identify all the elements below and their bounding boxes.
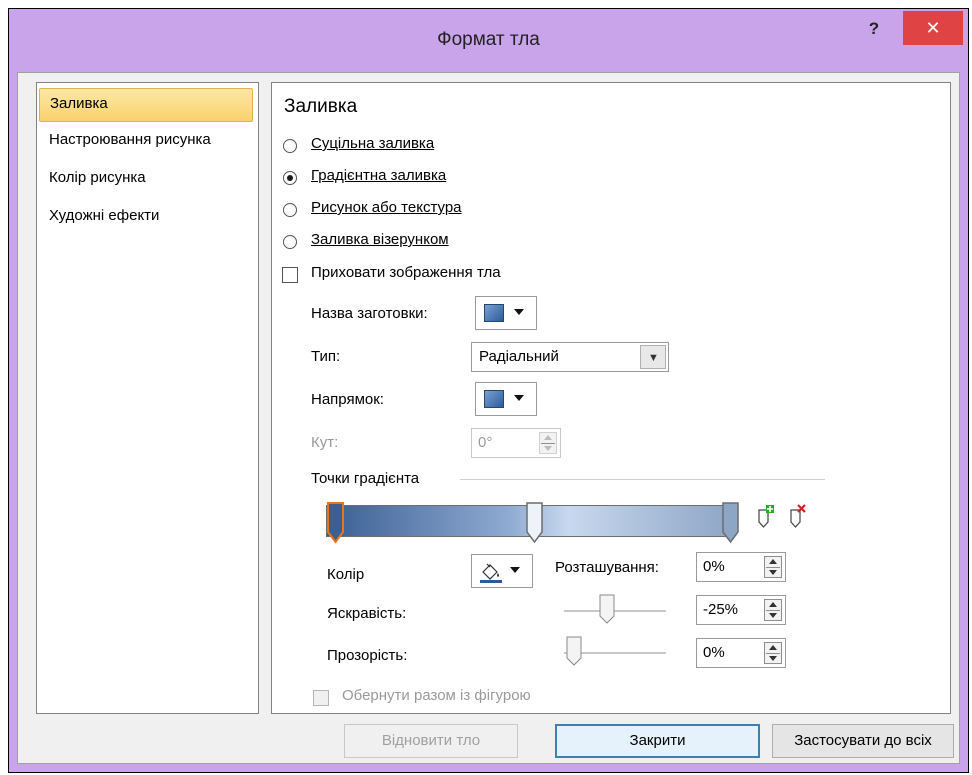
position-spin-arrows[interactable]: [764, 556, 782, 578]
solid-fill-radio[interactable]: [283, 139, 297, 153]
category-artistic-effects[interactable]: Художні ефекти: [39, 201, 159, 235]
chevron-down-icon: [510, 567, 520, 573]
brightness-spin-arrows[interactable]: [764, 599, 782, 621]
chevron-down-icon: ▼: [648, 352, 659, 364]
position-spinner[interactable]: 0%: [696, 552, 786, 582]
pattern-fill-radio[interactable]: [283, 235, 297, 249]
color-picker-dropdown[interactable]: [471, 554, 533, 588]
dialog-window: Формат тла ? ✕ Заливка Настроювання рису…: [8, 8, 969, 773]
type-value: Радіальний: [479, 348, 559, 365]
angle-spinner: 0°: [471, 428, 561, 458]
type-select[interactable]: Радіальний ▼: [471, 342, 669, 372]
hide-background-label: Приховати зображення тла: [311, 264, 501, 281]
picture-texture-fill-radio[interactable]: [283, 203, 297, 217]
gradient-fill-radio[interactable]: [283, 171, 297, 185]
brightness-label: Яскравість:: [327, 605, 407, 622]
apply-to-all-button[interactable]: Застосувати до всіх: [772, 724, 954, 758]
gradient-stop-1[interactable]: [526, 502, 543, 544]
add-gradient-stop-icon[interactable]: [754, 504, 776, 528]
picture-texture-fill-label: Рисунок або текстура: [311, 199, 462, 216]
hide-background-checkbox[interactable]: [282, 267, 298, 283]
type-dropdown-button[interactable]: ▼: [640, 345, 666, 369]
window-title: Формат тла: [437, 29, 540, 50]
brightness-spinner[interactable]: -25%: [696, 595, 786, 625]
direction-dropdown[interactable]: [475, 382, 537, 416]
position-value: 0%: [703, 558, 725, 575]
preset-gradients-dropdown[interactable]: [475, 296, 537, 330]
gradient-stop-2[interactable]: [722, 502, 739, 544]
title-bar: Формат тла ? ✕: [9, 9, 968, 71]
color-label: Колір: [327, 566, 365, 583]
brightness-value: -25%: [703, 601, 739, 618]
dialog-client-area: Заливка Настроювання рисунка Колір рисун…: [17, 72, 960, 764]
close-window-button[interactable]: ✕: [903, 11, 963, 45]
pattern-fill-label: Заливка візерунком: [311, 231, 449, 248]
fill-settings-panel: Заливка Суцільна заливка Градієнтна зали…: [271, 82, 951, 714]
angle-value: 0°: [478, 434, 493, 451]
chevron-down-icon: [514, 395, 524, 401]
type-label: Тип:: [311, 348, 341, 365]
category-list: Заливка Настроювання рисунка Колір рисун…: [36, 82, 259, 714]
brightness-slider-track[interactable]: [564, 610, 666, 612]
rotate-with-shape-checkbox: [313, 690, 329, 706]
direction-swatch-icon: [484, 390, 504, 408]
help-button[interactable]: ?: [863, 19, 885, 41]
transparency-spin-arrows[interactable]: [764, 642, 782, 664]
gradient-stop-0[interactable]: [327, 502, 344, 544]
category-picture-color[interactable]: Колір рисунка: [39, 163, 146, 197]
category-picture-corrections[interactable]: Настроювання рисунка: [39, 125, 211, 159]
paint-bucket-icon: [480, 563, 502, 583]
solid-fill-label: Суцільна заливка: [311, 135, 435, 152]
section-heading: Заливка: [284, 96, 358, 117]
section-divider: [460, 479, 825, 480]
gradient-fill-label: Градієнтна заливка: [311, 167, 447, 184]
rotate-with-shape-label: Обернути разом із фігурою: [342, 687, 531, 704]
gradient-swatch-icon: [484, 304, 504, 322]
angle-spin-arrows: [539, 432, 557, 454]
preset-label: Назва заготовки:: [311, 305, 428, 322]
transparency-slider-thumb[interactable]: [566, 636, 582, 666]
remove-gradient-stop-icon[interactable]: [786, 504, 808, 528]
position-label: Розташування:: [555, 559, 659, 576]
close-button[interactable]: Закрити: [555, 724, 760, 758]
category-fill[interactable]: Заливка: [39, 88, 253, 122]
transparency-value: 0%: [703, 644, 725, 661]
brightness-slider-thumb[interactable]: [599, 594, 615, 624]
angle-label: Кут:: [311, 434, 339, 451]
transparency-label: Прозорість:: [327, 647, 408, 664]
reset-background-button: Відновити тло: [344, 724, 518, 758]
chevron-down-icon: [514, 309, 524, 315]
direction-label: Напрямок:: [311, 391, 384, 408]
gradient-stops-label: Точки градієнта: [311, 470, 420, 487]
transparency-spinner[interactable]: 0%: [696, 638, 786, 668]
